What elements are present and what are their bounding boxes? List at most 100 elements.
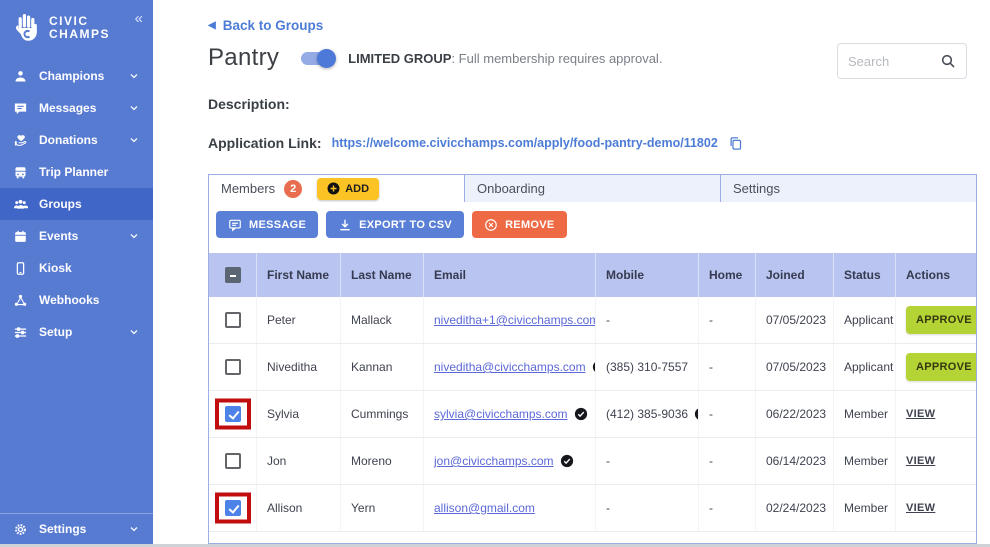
- header-cell-joined: Joined: [756, 253, 834, 297]
- sidebar-item-webhooks[interactable]: Webhooks: [0, 284, 153, 316]
- limited-group-toggle[interactable]: [301, 52, 334, 65]
- email-link[interactable]: jon@civicchamps.com: [434, 454, 554, 468]
- download-icon: [338, 218, 352, 232]
- cell-email: niveditha+1@civicchamps.com: [424, 297, 596, 343]
- cell-first-name: Jon: [257, 438, 341, 484]
- email-link[interactable]: allison@gmail.com: [434, 501, 535, 515]
- row-checkbox[interactable]: [225, 312, 241, 328]
- tab-bar: Members 2 ADD Onboarding Settings: [208, 174, 977, 203]
- view-link[interactable]: VIEW: [906, 408, 935, 420]
- brand-name: CIVICCHAMPS: [49, 15, 110, 41]
- cell-status: Member: [834, 438, 896, 484]
- donations-icon: [13, 133, 28, 148]
- webhooks-icon: [13, 293, 28, 308]
- email-link[interactable]: niveditha+1@civicchamps.com: [434, 313, 596, 327]
- cell-select: [209, 344, 257, 390]
- view-link[interactable]: VIEW: [906, 455, 935, 467]
- remove-button-label: REMOVE: [505, 219, 554, 231]
- page-title: Pantry: [208, 44, 279, 72]
- sidebar-item-groups[interactable]: Groups: [0, 188, 153, 220]
- sidebar-item-champions[interactable]: Champions: [0, 60, 153, 92]
- message-button[interactable]: MESSAGE: [216, 211, 318, 238]
- table-row: Sylvia Cummings sylvia@civicchamps.com (…: [209, 391, 976, 438]
- remove-button[interactable]: REMOVE: [472, 211, 566, 238]
- search-box[interactable]: [837, 43, 967, 79]
- select-all-checkbox[interactable]: [225, 267, 241, 283]
- setup-icon: [13, 325, 28, 340]
- cell-joined: 02/24/2023: [756, 485, 834, 531]
- tab-onboarding-label: Onboarding: [477, 181, 545, 196]
- view-link[interactable]: VIEW: [906, 502, 935, 514]
- sidebar-item-label: Trip Planner: [39, 165, 108, 179]
- sidebar-nav: Champions Messages Donations Trip Planner Gr…: [0, 60, 153, 348]
- members-toolbar: MESSAGE EXPORT TO CSV REMOVE: [209, 202, 976, 247]
- cell-select: [209, 485, 257, 531]
- cell-email: sylvia@civicchamps.com: [424, 391, 596, 437]
- sidebar-item-setup[interactable]: Setup: [0, 316, 153, 348]
- approve-button[interactable]: APPROVE: [906, 306, 976, 334]
- chevron-down-icon: [128, 230, 140, 242]
- copy-icon[interactable]: [728, 136, 743, 151]
- sidebar-item-settings[interactable]: Settings: [0, 514, 153, 544]
- row-checkbox[interactable]: [225, 359, 241, 375]
- tab-onboarding[interactable]: Onboarding: [465, 174, 721, 203]
- search-icon[interactable]: [940, 53, 956, 69]
- groups-icon: [13, 197, 28, 212]
- tab-members-label: Members: [221, 181, 275, 196]
- sidebar-item-messages[interactable]: Messages: [0, 92, 153, 124]
- cell-actions: APPROVE: [896, 344, 976, 390]
- tab-settings[interactable]: Settings: [721, 174, 977, 203]
- sidebar-item-label: Kiosk: [39, 261, 72, 275]
- tab-settings-label: Settings: [733, 181, 780, 196]
- email-link[interactable]: niveditha@civicchamps.com: [434, 360, 586, 374]
- sidebar-item-label: Donations: [39, 133, 98, 147]
- cell-home: -: [699, 391, 756, 437]
- row-checkbox[interactable]: [225, 500, 241, 516]
- sidebar-item-label: Champions: [39, 69, 104, 83]
- email-link[interactable]: sylvia@civicchamps.com: [434, 407, 568, 421]
- sidebar-item-events[interactable]: Events: [0, 220, 153, 252]
- cell-status: Member: [834, 485, 896, 531]
- sidebar-item-kiosk[interactable]: Kiosk: [0, 252, 153, 284]
- table-header-row: First NameLast NameEmailMobileHomeJoined…: [209, 253, 976, 297]
- search-input[interactable]: [848, 54, 940, 69]
- cell-select: [209, 438, 257, 484]
- application-link-url[interactable]: https://welcome.civicchamps.com/apply/fo…: [332, 136, 718, 150]
- sidebar-item-label: Events: [39, 229, 78, 243]
- sidebar-item-trip-planner[interactable]: Trip Planner: [0, 156, 153, 188]
- description-label: Description:: [208, 96, 290, 112]
- cell-mobile: -: [596, 485, 699, 531]
- cell-status: Member: [834, 391, 896, 437]
- sidebar-item-label: Groups: [39, 197, 82, 211]
- cell-status: Applicant: [834, 297, 896, 343]
- champions-icon: [13, 69, 28, 84]
- events-icon: [13, 229, 28, 244]
- cell-email: niveditha@civicchamps.com: [424, 344, 596, 390]
- row-checkbox[interactable]: [225, 406, 241, 422]
- message-button-label: MESSAGE: [249, 219, 306, 231]
- approve-button[interactable]: APPROVE: [906, 353, 976, 381]
- chevron-down-icon: [128, 102, 140, 114]
- table-row: Peter Mallack niveditha+1@civicchamps.co…: [209, 297, 976, 344]
- table-row: Niveditha Kannan niveditha@civicchamps.c…: [209, 344, 976, 391]
- export-to-csv-button[interactable]: EXPORT TO CSV: [326, 211, 464, 238]
- header-cell-actions: Actions: [896, 253, 976, 297]
- row-checkbox[interactable]: [225, 453, 241, 469]
- header-cell-email: Email: [424, 253, 596, 297]
- logo: CIVICCHAMPS «: [0, 0, 153, 52]
- header-cell-home: Home: [699, 253, 756, 297]
- back-to-groups-link[interactable]: ◀ Back to Groups: [208, 18, 323, 33]
- cell-first-name: Peter: [257, 297, 341, 343]
- add-member-button[interactable]: ADD: [317, 178, 379, 200]
- sidebar-item-donations[interactable]: Donations: [0, 124, 153, 156]
- cell-mobile: (412) 385-9036: [596, 391, 699, 437]
- sidebar-item-label: Webhooks: [39, 293, 99, 307]
- sidebar-collapse-icon[interactable]: «: [135, 12, 143, 26]
- members-panel: MESSAGE EXPORT TO CSV REMOVE First NameL…: [208, 202, 977, 544]
- cell-mobile-text: -: [606, 501, 610, 515]
- tab-members[interactable]: Members 2 ADD: [208, 174, 465, 203]
- main-content: ◀ Back to Groups Pantry LIMITED GROUP: F…: [153, 0, 990, 544]
- add-button-label: ADD: [345, 183, 369, 195]
- cell-select: [209, 297, 257, 343]
- cell-mobile-text: (412) 385-9036: [606, 407, 688, 421]
